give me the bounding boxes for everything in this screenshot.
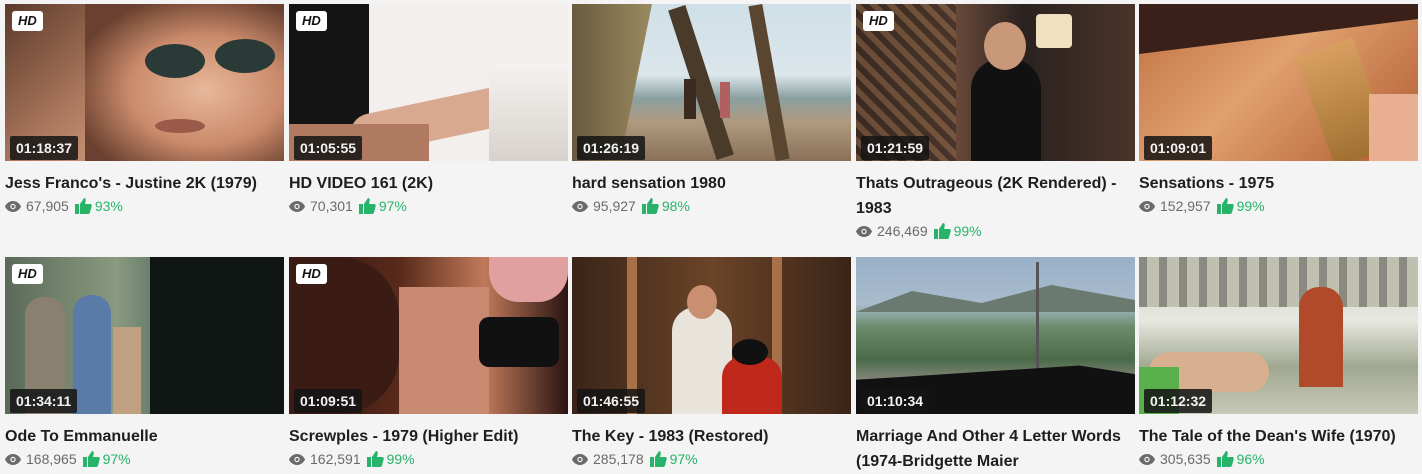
rating-percent: 99% xyxy=(953,223,982,239)
thumbs-up-icon xyxy=(82,451,100,467)
video-title-link[interactable]: Thats Outrageous (2K Rendered) - 1983 xyxy=(856,171,1135,221)
hd-badge: HD xyxy=(296,264,327,284)
video-grid: HD 01:18:37 Jess Franco's - Justine 2K (… xyxy=(0,0,1422,470)
rating-percent: 98% xyxy=(661,198,690,214)
video-meta: 285,178 97% xyxy=(572,450,851,468)
duration-label: 01:09:51 xyxy=(294,389,363,413)
eye-icon xyxy=(572,200,588,212)
rating-percent: 99% xyxy=(1236,198,1265,214)
eye-icon xyxy=(5,200,21,212)
eye-icon xyxy=(1139,200,1155,212)
view-count: 246,469 xyxy=(877,223,928,239)
video-thumbnail[interactable]: HD 01:21:59 xyxy=(856,4,1135,161)
rating-percent: 97% xyxy=(378,198,407,214)
video-card: 01:46:55 The Key - 1983 (Restored) 285,1… xyxy=(572,257,851,468)
video-title-link[interactable]: Sensations - 1975 xyxy=(1139,171,1418,196)
video-thumbnail[interactable]: HD 01:34:11 xyxy=(5,257,284,414)
video-title-link[interactable]: Ode To Emmanuelle xyxy=(5,424,284,449)
video-card: HD 01:05:55 HD VIDEO 161 (2K) 70,301 97% xyxy=(289,4,568,215)
duration-label: 01:21:59 xyxy=(861,136,930,160)
video-title-link[interactable]: The Tale of the Dean's Wife (1970) xyxy=(1139,424,1418,449)
rating-percent: 97% xyxy=(669,451,698,467)
video-meta: 305,635 96% xyxy=(1139,450,1418,468)
video-meta: 152,957 99% xyxy=(1139,197,1418,215)
thumbs-up-icon xyxy=(366,451,384,467)
view-count: 162,591 xyxy=(310,451,361,467)
video-meta: 168,965 97% xyxy=(5,450,284,468)
eye-icon xyxy=(289,453,305,465)
eye-icon xyxy=(5,453,21,465)
video-meta: 95,927 98% xyxy=(572,197,851,215)
video-title-link[interactable]: The Key - 1983 (Restored) xyxy=(572,424,851,449)
view-count: 152,957 xyxy=(1160,198,1211,214)
eye-icon xyxy=(856,225,872,237)
video-title-link[interactable]: Jess Franco's - Justine 2K (1979) xyxy=(5,171,284,196)
video-meta: 70,301 97% xyxy=(289,197,568,215)
video-thumbnail[interactable]: 01:10:34 xyxy=(856,257,1135,414)
hd-badge: HD xyxy=(296,11,327,31)
view-count: 285,178 xyxy=(593,451,644,467)
thumbs-up-icon xyxy=(649,451,667,467)
video-title-link[interactable]: Screwples - 1979 (Higher Edit) xyxy=(289,424,568,449)
video-thumbnail[interactable]: HD 01:05:55 xyxy=(289,4,568,161)
eye-icon xyxy=(1139,453,1155,465)
video-card: HD 01:09:51 Screwples - 1979 (Higher Edi… xyxy=(289,257,568,468)
video-card: 01:09:01 Sensations - 1975 152,957 99% xyxy=(1139,4,1418,215)
video-title-link[interactable]: HD VIDEO 161 (2K) xyxy=(289,171,568,196)
video-card: 01:26:19 hard sensation 1980 95,927 98% xyxy=(572,4,851,215)
thumbs-up-icon xyxy=(1216,198,1234,214)
thumbs-up-icon xyxy=(74,198,92,214)
duration-label: 01:09:01 xyxy=(1144,136,1213,160)
video-title-link[interactable]: hard sensation 1980 xyxy=(572,171,851,196)
video-meta: 246,469 99% xyxy=(856,222,1135,240)
view-count: 67,905 xyxy=(26,198,69,214)
view-count: 95,927 xyxy=(593,198,636,214)
video-thumbnail[interactable]: HD 01:09:51 xyxy=(289,257,568,414)
view-count: 70,301 xyxy=(310,198,353,214)
video-thumbnail[interactable]: 01:46:55 xyxy=(572,257,851,414)
thumbs-up-icon xyxy=(933,223,951,239)
video-meta: 67,905 93% xyxy=(5,197,284,215)
video-title-link[interactable]: Marriage And Other 4 Letter Words (1974-… xyxy=(856,424,1135,474)
video-card: 01:12:32 The Tale of the Dean's Wife (19… xyxy=(1139,257,1418,468)
video-card: HD 01:18:37 Jess Franco's - Justine 2K (… xyxy=(5,4,284,215)
eye-icon xyxy=(572,453,588,465)
video-thumbnail[interactable]: HD 01:18:37 xyxy=(5,4,284,161)
video-card: HD 01:21:59 Thats Outrageous (2K Rendere… xyxy=(856,4,1135,240)
duration-label: 01:10:34 xyxy=(861,389,930,413)
duration-label: 01:34:11 xyxy=(10,389,78,413)
hd-badge: HD xyxy=(12,264,43,284)
video-card: 01:10:34 Marriage And Other 4 Letter Wor… xyxy=(856,257,1135,474)
duration-label: 01:05:55 xyxy=(294,136,363,160)
video-thumbnail[interactable]: 01:12:32 xyxy=(1139,257,1418,414)
rating-percent: 99% xyxy=(386,451,415,467)
rating-percent: 96% xyxy=(1236,451,1265,467)
rating-percent: 97% xyxy=(102,451,131,467)
duration-label: 01:12:32 xyxy=(1144,389,1213,413)
duration-label: 01:46:55 xyxy=(577,389,646,413)
video-meta: 162,591 99% xyxy=(289,450,568,468)
thumbs-up-icon xyxy=(358,198,376,214)
duration-label: 01:18:37 xyxy=(10,136,79,160)
thumbs-up-icon xyxy=(1216,451,1234,467)
video-thumbnail[interactable]: 01:26:19 xyxy=(572,4,851,161)
video-card: HD 01:34:11 Ode To Emmanuelle 168,965 97… xyxy=(5,257,284,468)
view-count: 168,965 xyxy=(26,451,77,467)
hd-badge: HD xyxy=(863,11,894,31)
thumbs-up-icon xyxy=(641,198,659,214)
video-thumbnail[interactable]: 01:09:01 xyxy=(1139,4,1418,161)
rating-percent: 93% xyxy=(94,198,123,214)
eye-icon xyxy=(289,200,305,212)
view-count: 305,635 xyxy=(1160,451,1211,467)
hd-badge: HD xyxy=(12,11,43,31)
duration-label: 01:26:19 xyxy=(577,136,646,160)
